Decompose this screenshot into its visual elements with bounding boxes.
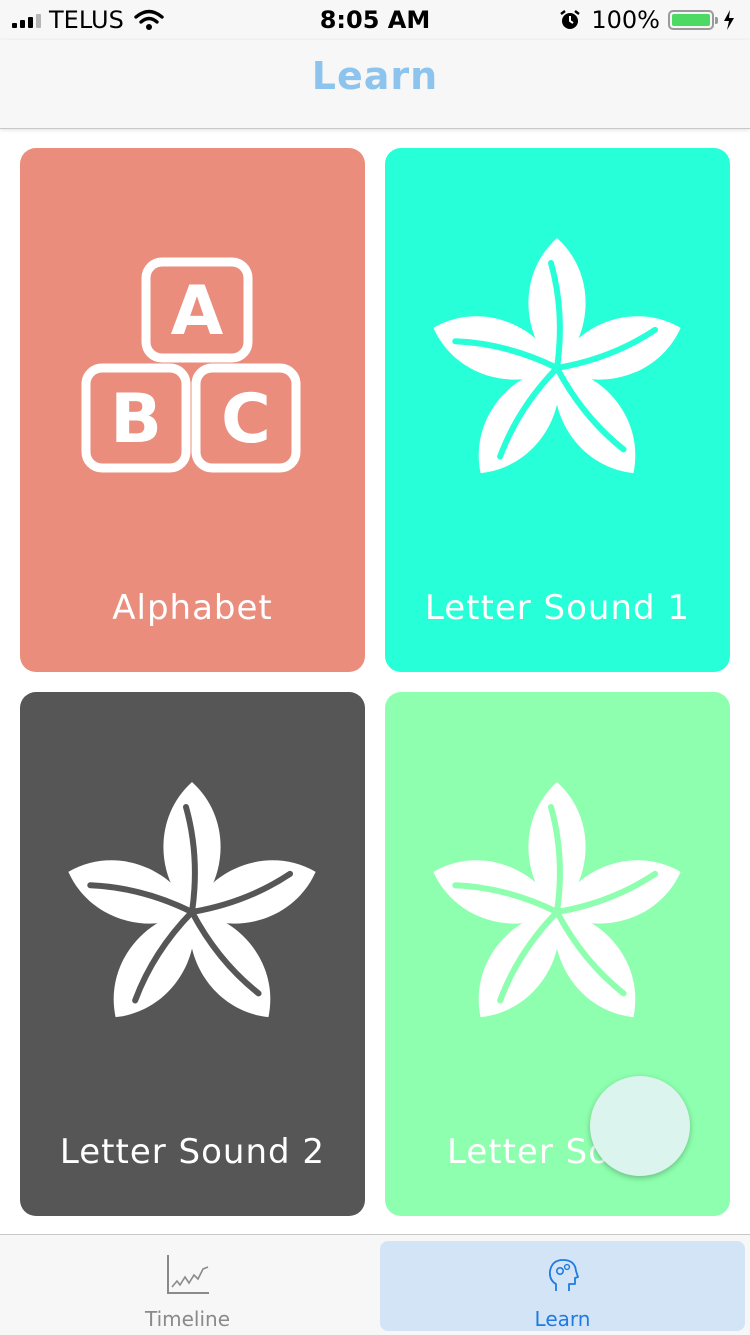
flower-icon [433, 782, 681, 1018]
alarm-icon [560, 10, 581, 29]
card-letter-sound-1[interactable]: Letter Sound 1 [385, 148, 730, 672]
svg-text:B: B [110, 380, 162, 459]
status-right: 100% [559, 6, 736, 34]
svg-text:C: C [221, 380, 271, 459]
flower-icon [433, 238, 681, 474]
status-bar: TELUS 8:05 AM 100% [0, 0, 750, 40]
learn-grid: A B C Alphabet Letter Sound 1 Letter Sou… [0, 128, 750, 1234]
card-alphabet-label: Alphabet [112, 588, 273, 628]
tab-bar: Timeline Learn [0, 1234, 750, 1335]
abc-blocks-icon: A B C [81, 257, 301, 473]
battery-icon [668, 10, 718, 30]
card-letter-sound-2[interactable]: Letter Sound 2 [20, 692, 365, 1216]
card-letter-sound-2-label: Letter Sound 2 [59, 1132, 326, 1172]
svg-text:A: A [171, 272, 224, 351]
charging-bolt-icon [724, 10, 734, 30]
tab-learn[interactable]: Learn [380, 1241, 745, 1331]
tab-timeline-label: Timeline [144, 1307, 231, 1331]
floating-action-button[interactable] [590, 1076, 690, 1176]
flower-icon [68, 782, 316, 1018]
line-chart-icon [167, 1255, 209, 1294]
tab-timeline[interactable]: Timeline [5, 1241, 370, 1331]
card-letter-sound-1-label: Letter Sound 1 [424, 588, 691, 628]
head-gears-icon [548, 1259, 579, 1291]
navigation-bar: Learn [0, 40, 750, 129]
tab-learn-label: Learn [534, 1307, 591, 1331]
page-title: Learn [311, 54, 439, 98]
card-alphabet[interactable]: A B C Alphabet [20, 148, 365, 672]
battery-percent: 100% [591, 6, 660, 34]
